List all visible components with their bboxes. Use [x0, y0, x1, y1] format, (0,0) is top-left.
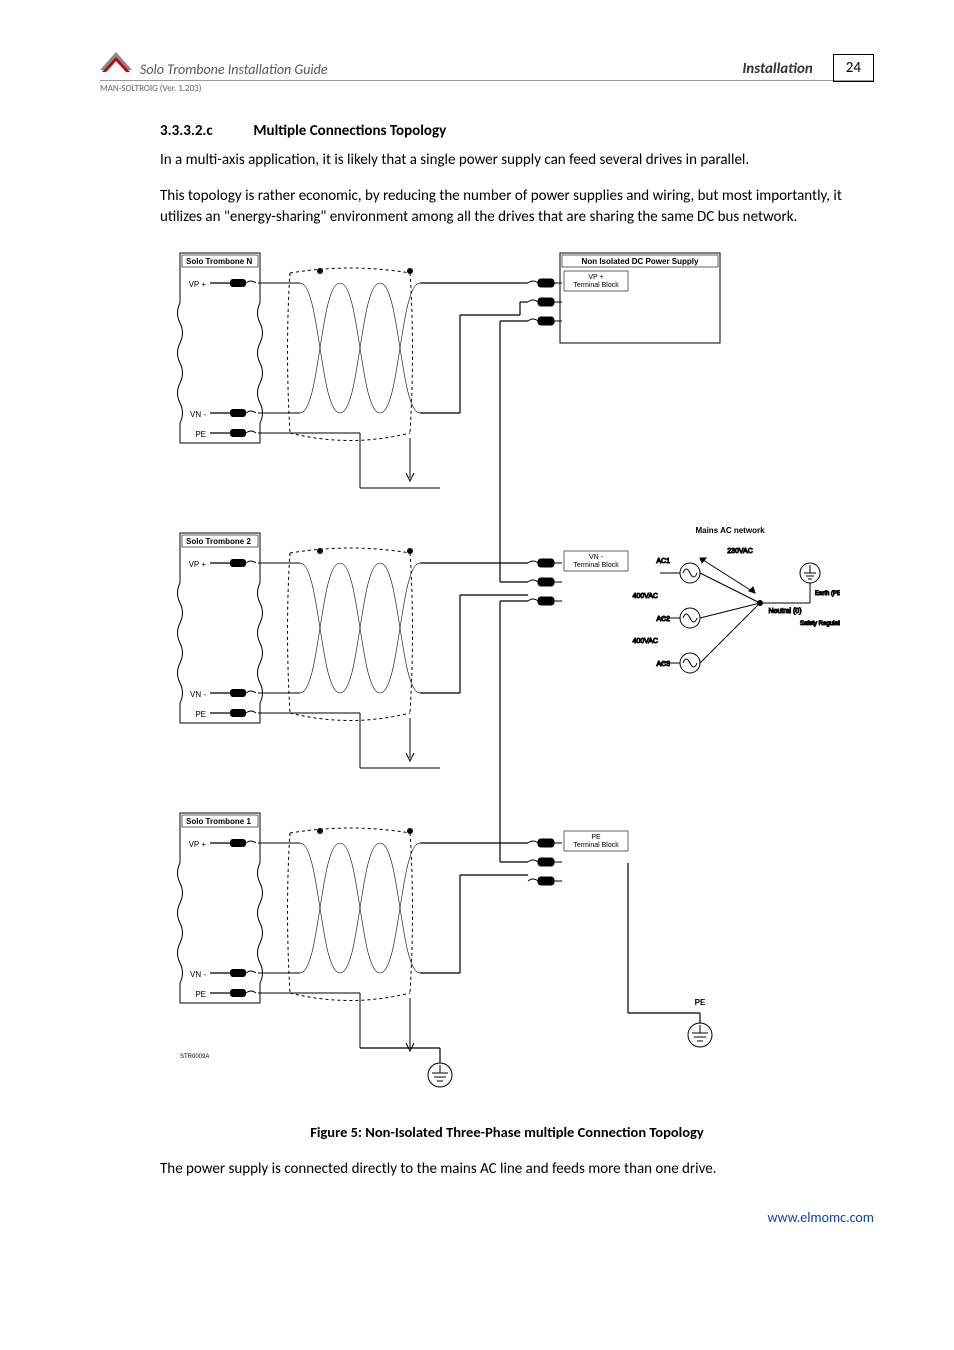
- body-paragraph: In a multi-axis application, it is likel…: [160, 150, 854, 170]
- svg-text:PE: PE: [195, 430, 206, 439]
- svg-text:AC3: AC3: [656, 661, 670, 668]
- diagram-id: STR0009A: [180, 1054, 209, 1060]
- svg-text:VN -: VN -: [190, 970, 206, 979]
- svg-text:AC1: AC1: [656, 558, 670, 565]
- svg-text:Safety Regulations: Safety Regulations: [800, 621, 840, 627]
- body-paragraph: The power supply is connected directly t…: [160, 1159, 854, 1179]
- svg-text:PE: PE: [195, 710, 206, 719]
- mains-title: Mains AC network: [695, 526, 765, 535]
- section-title: Multiple Connections Topology: [253, 122, 446, 140]
- svg-text:Terminal Block: Terminal Block: [573, 842, 619, 849]
- svg-text:VP +: VP +: [189, 560, 207, 569]
- doc-title: Solo Trombone Installation Guide: [140, 61, 328, 78]
- svg-text:AC2: AC2: [656, 616, 670, 623]
- svg-text:PE: PE: [591, 834, 601, 841]
- footer-url[interactable]: www.elmomc.com: [100, 1209, 874, 1226]
- svg-text:Earth (PE): Earth (PE): [815, 591, 840, 597]
- svg-text:PE: PE: [695, 998, 706, 1007]
- svg-text:VP +: VP +: [189, 280, 207, 289]
- body-paragraph: This topology is rather economic, by red…: [160, 186, 854, 227]
- section-heading: 3.3.3.2.c Multiple Connections Topology: [160, 122, 854, 140]
- svg-text:230VAC: 230VAC: [727, 548, 753, 555]
- page-header: Solo Trombone Installation Guide Install…: [100, 50, 874, 81]
- brand-logo: [100, 50, 132, 78]
- version-line: MAN-SOLTROIG (Ver. 1.203): [100, 83, 874, 94]
- psu-label: Non Isolated DC Power Supply: [582, 257, 699, 266]
- svg-text:400VAC: 400VAC: [632, 593, 658, 600]
- svg-text:VP +: VP +: [189, 840, 207, 849]
- svg-text:400VAC: 400VAC: [632, 638, 658, 645]
- svg-text:VN -: VN -: [190, 410, 206, 419]
- drive-n-label: Solo Trombone N: [186, 257, 252, 266]
- drive-2-label: Solo Trombone 2: [186, 537, 251, 546]
- svg-text:PE: PE: [195, 990, 206, 999]
- section-number: 3.3.3.2.c: [160, 122, 250, 140]
- drive-1-label: Solo Trombone 1: [186, 817, 251, 826]
- page-number: 24: [833, 54, 874, 82]
- svg-text:Terminal Block: Terminal Block: [573, 562, 619, 569]
- svg-text:VP +: VP +: [588, 274, 603, 281]
- figure-diagram: Solo Trombone N VP + VN - PE: [160, 243, 854, 1113]
- figure-caption: Figure 5: Non-Isolated Three-Phase multi…: [160, 1123, 854, 1141]
- svg-text:VN -: VN -: [190, 690, 206, 699]
- section-label: Installation: [742, 60, 812, 78]
- svg-text:Neutral (0): Neutral (0): [768, 608, 801, 615]
- svg-text:Terminal Block: Terminal Block: [573, 282, 619, 289]
- svg-text:VN -: VN -: [589, 554, 604, 561]
